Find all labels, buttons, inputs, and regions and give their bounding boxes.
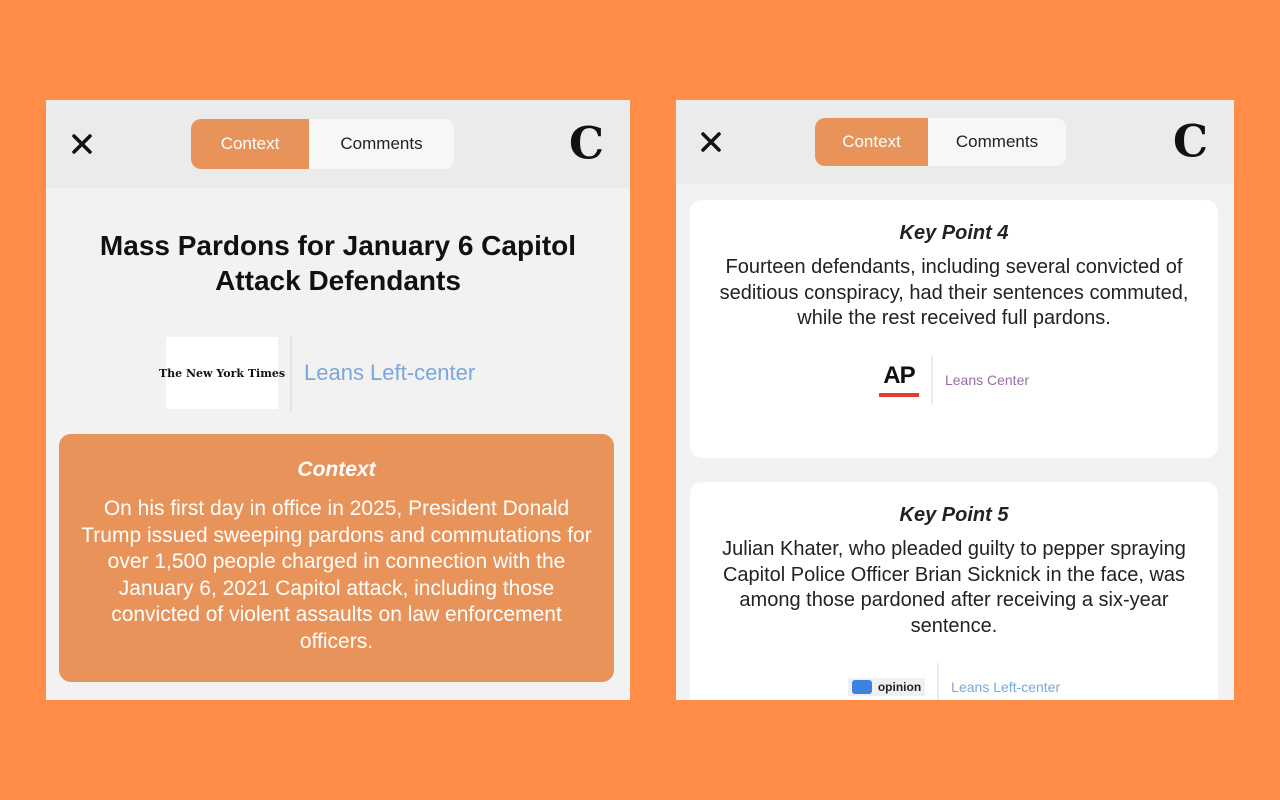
ap-logo: AP — [878, 362, 919, 397]
tab-context[interactable]: Context — [815, 118, 928, 166]
divider — [290, 335, 292, 411]
bias-label: Leans Left-center — [951, 679, 1061, 695]
context-panel: Context Comments C Mass Pardons for Janu… — [46, 100, 630, 700]
ap-logo-text: AP — [883, 362, 915, 389]
key-point-card: Key Point 5 Julian Khater, who pleaded g… — [690, 482, 1218, 700]
top-bar: Context Comments C — [676, 100, 1234, 184]
tab-comments[interactable]: Comments — [928, 118, 1066, 166]
key-point-body: Julian Khater, who pleaded guilty to pep… — [722, 538, 1186, 637]
bias-label: Leans Center — [944, 371, 1030, 388]
key-point-card: Key Point 4 Fourteen defendants, includi… — [690, 200, 1218, 458]
tab-comments[interactable]: Comments — [309, 119, 454, 169]
bias-label: Leans Left-center — [304, 360, 476, 385]
opinion-logo-text: opinion — [877, 680, 922, 694]
tab-group: Context Comments — [815, 118, 1066, 166]
divider — [930, 355, 933, 404]
page-title: Mass Pardons for January 6 Capitol Attac… — [99, 230, 577, 296]
context-body: On his first day in office in 2025, Pres… — [81, 497, 592, 653]
key-point-title: Key Point 5 — [899, 504, 1009, 526]
key-point-title: Key Point 4 — [899, 222, 1009, 244]
chat-bubble-icon — [851, 680, 872, 694]
close-icon[interactable] — [68, 130, 96, 158]
ap-logo-bar — [878, 393, 919, 397]
tab-group: Context Comments — [191, 119, 454, 169]
close-icon[interactable] — [697, 128, 725, 156]
source-logo: The New York Times — [159, 337, 285, 409]
tab-context[interactable]: Context — [191, 119, 309, 169]
key-points-panel: Context Comments C Key Point 4 Fourteen … — [676, 100, 1234, 700]
key-point-body: Fourteen defendants, including several c… — [719, 256, 1189, 329]
top-bar: Context Comments C — [46, 100, 630, 188]
brand-logo: C — [1172, 116, 1208, 168]
source-row: AP Leans Center — [708, 355, 1200, 404]
context-title: Context — [297, 458, 376, 481]
context-card: Context On his first day in office in 20… — [59, 434, 614, 682]
source-row: The New York Times Leans Left-center — [159, 335, 476, 411]
source-row: opinion Leans Left-center — [708, 663, 1200, 700]
opinion-logo: opinion — [847, 678, 926, 696]
brand-logo: C — [568, 118, 604, 170]
divider — [937, 663, 940, 700]
